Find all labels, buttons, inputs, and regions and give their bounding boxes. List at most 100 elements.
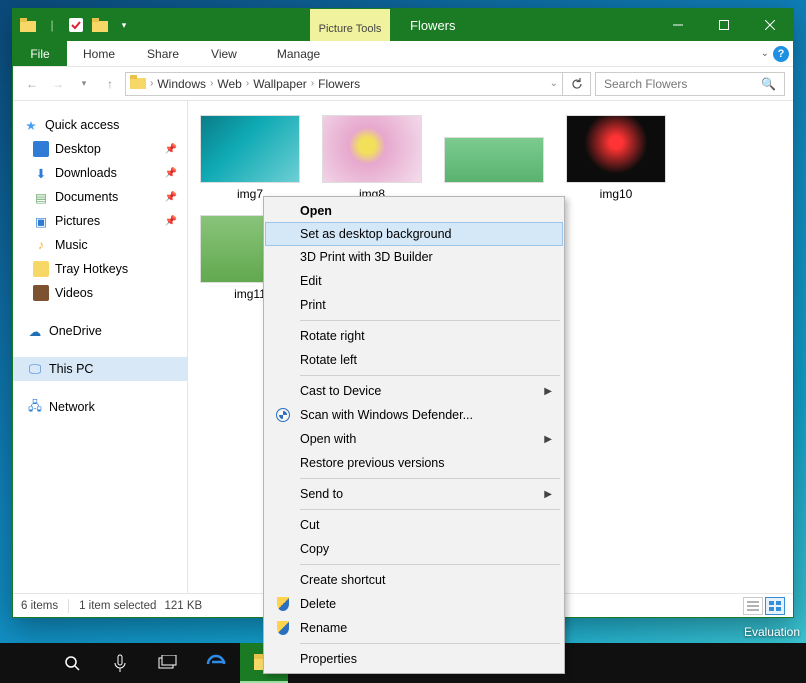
cm-cut[interactable]: Cut	[266, 513, 562, 537]
recent-dropdown[interactable]: ▾	[73, 73, 95, 95]
videos-icon	[33, 285, 49, 301]
pin-icon: 📌	[165, 168, 177, 179]
edge-icon[interactable]	[192, 643, 240, 683]
tab-share[interactable]: Share	[131, 41, 195, 66]
file-item[interactable]: img8	[320, 115, 424, 201]
network-icon: 🖧	[27, 399, 43, 415]
sidebar-item-downloads[interactable]: ⬇Downloads📌	[13, 161, 187, 185]
cm-rotate-left[interactable]: Rotate left	[266, 348, 562, 372]
chevron-right-icon[interactable]: ›	[311, 78, 314, 89]
address-bar[interactable]: › Windows › Web › Wallpaper › Flowers ⌄	[125, 72, 563, 96]
sidebar-label: OneDrive	[49, 324, 102, 338]
new-folder-icon[interactable]	[89, 14, 111, 36]
context-menu: Open Set as desktop background 3D Print …	[263, 196, 565, 674]
sidebar-label: Network	[49, 400, 95, 414]
sidebar-item-tray-hotkeys[interactable]: Tray Hotkeys	[13, 257, 187, 281]
file-item[interactable]: img10	[564, 115, 668, 201]
cm-open-with[interactable]: Open with▶	[266, 427, 562, 451]
qat-dropdown-icon[interactable]: ▾	[113, 14, 135, 36]
chevron-right-icon[interactable]: ›	[150, 78, 153, 89]
file-name: img10	[600, 187, 633, 201]
picture-tools-tab[interactable]: Picture Tools	[310, 9, 390, 41]
cm-delete[interactable]: Delete	[266, 592, 562, 616]
cm-3d-print[interactable]: 3D Print with 3D Builder	[266, 245, 562, 269]
cortana-icon[interactable]	[96, 643, 144, 683]
cm-print[interactable]: Print	[266, 293, 562, 317]
properties-icon[interactable]	[65, 14, 87, 36]
cm-label: Scan with Windows Defender...	[300, 408, 473, 422]
maximize-button[interactable]	[701, 9, 747, 41]
thumbnail	[566, 115, 666, 183]
sidebar-item-desktop[interactable]: Desktop📌	[13, 137, 187, 161]
minimize-button[interactable]	[655, 9, 701, 41]
details-view-button[interactable]	[743, 597, 763, 615]
task-view-icon[interactable]	[144, 643, 192, 683]
cm-send-to[interactable]: Send to▶	[266, 482, 562, 506]
back-button[interactable]: ←	[21, 73, 43, 95]
titlebar: | ▾ Picture Tools Flowers	[13, 9, 793, 41]
qat-separator: |	[41, 14, 63, 36]
tab-manage[interactable]: Manage	[261, 41, 336, 66]
file-item[interactable]: img9	[442, 137, 546, 201]
quick-access[interactable]: ★ Quick access	[13, 113, 187, 137]
cm-properties[interactable]: Properties	[266, 647, 562, 671]
onedrive[interactable]: ☁ OneDrive	[13, 319, 187, 343]
sidebar-item-videos[interactable]: Videos	[13, 281, 187, 305]
cm-rotate-right[interactable]: Rotate right	[266, 324, 562, 348]
ribbon-expand-icon[interactable]: ⌄	[761, 48, 769, 59]
close-button[interactable]	[747, 9, 793, 41]
crumb-wallpaper[interactable]: Wallpaper	[253, 77, 307, 91]
sidebar-label: This PC	[49, 362, 93, 376]
cm-edit[interactable]: Edit	[266, 269, 562, 293]
tab-home[interactable]: Home	[67, 41, 131, 66]
cm-set-desktop-background[interactable]: Set as desktop background	[265, 222, 563, 246]
crumb-windows[interactable]: Windows	[157, 77, 206, 91]
chevron-right-icon[interactable]: ›	[210, 78, 213, 89]
downloads-icon: ⬇	[33, 165, 49, 181]
folder-icon	[33, 261, 49, 277]
sidebar-label: Music	[55, 238, 88, 252]
cm-create-shortcut[interactable]: Create shortcut	[266, 568, 562, 592]
help-icon[interactable]: ?	[773, 46, 789, 62]
file-item[interactable]: img7	[198, 115, 302, 201]
search-task-icon[interactable]	[48, 643, 96, 683]
cloud-icon: ☁	[27, 323, 43, 339]
cm-copy[interactable]: Copy	[266, 537, 562, 561]
selection-count: 1 item selected	[79, 600, 156, 612]
chevron-right-icon[interactable]: ›	[246, 78, 249, 89]
crumb-web[interactable]: Web	[217, 77, 241, 91]
star-icon: ★	[23, 117, 39, 133]
monitor-icon: 🖵	[27, 361, 43, 377]
start-button[interactable]	[0, 643, 48, 683]
search-placeholder: Search Flowers	[604, 77, 687, 91]
network[interactable]: 🖧 Network	[13, 395, 187, 419]
desktop-icon	[33, 141, 49, 157]
search-input[interactable]: Search Flowers 🔍	[595, 72, 785, 96]
forward-button[interactable]: →	[47, 73, 69, 95]
sidebar-item-documents[interactable]: ▤Documents📌	[13, 185, 187, 209]
sidebar-label: Videos	[55, 286, 93, 300]
address-dropdown-icon[interactable]: ⌄	[550, 78, 558, 89]
cm-rename[interactable]: Rename	[266, 616, 562, 640]
up-button[interactable]: ↑	[99, 73, 121, 95]
sidebar-item-pictures[interactable]: ▣Pictures📌	[13, 209, 187, 233]
cm-restore-previous[interactable]: Restore previous versions	[266, 451, 562, 475]
ribbon-tabs: File Home Share View Manage ⌄ ?	[13, 41, 793, 67]
chevron-right-icon: ▶	[544, 434, 552, 445]
refresh-button[interactable]	[563, 72, 591, 96]
cm-scan-defender[interactable]: Scan with Windows Defender...	[266, 403, 562, 427]
cm-label: Rename	[300, 621, 347, 635]
thumbnail	[200, 115, 300, 183]
music-icon: ♪	[33, 237, 49, 253]
tab-view[interactable]: View	[195, 41, 253, 66]
navigation-pane: ★ Quick access Desktop📌 ⬇Downloads📌 ▤Doc…	[13, 101, 188, 593]
sidebar-item-music[interactable]: ♪ Music	[13, 233, 187, 257]
this-pc[interactable]: 🖵 This PC	[13, 357, 187, 381]
file-menu[interactable]: File	[13, 41, 67, 66]
shield-icon	[274, 595, 292, 613]
thumbnails-view-button[interactable]	[765, 597, 785, 615]
pin-icon: 📌	[165, 192, 177, 203]
crumb-flowers[interactable]: Flowers	[318, 77, 360, 91]
cm-open[interactable]: Open	[266, 199, 562, 223]
cm-cast-to-device[interactable]: Cast to Device▶	[266, 379, 562, 403]
